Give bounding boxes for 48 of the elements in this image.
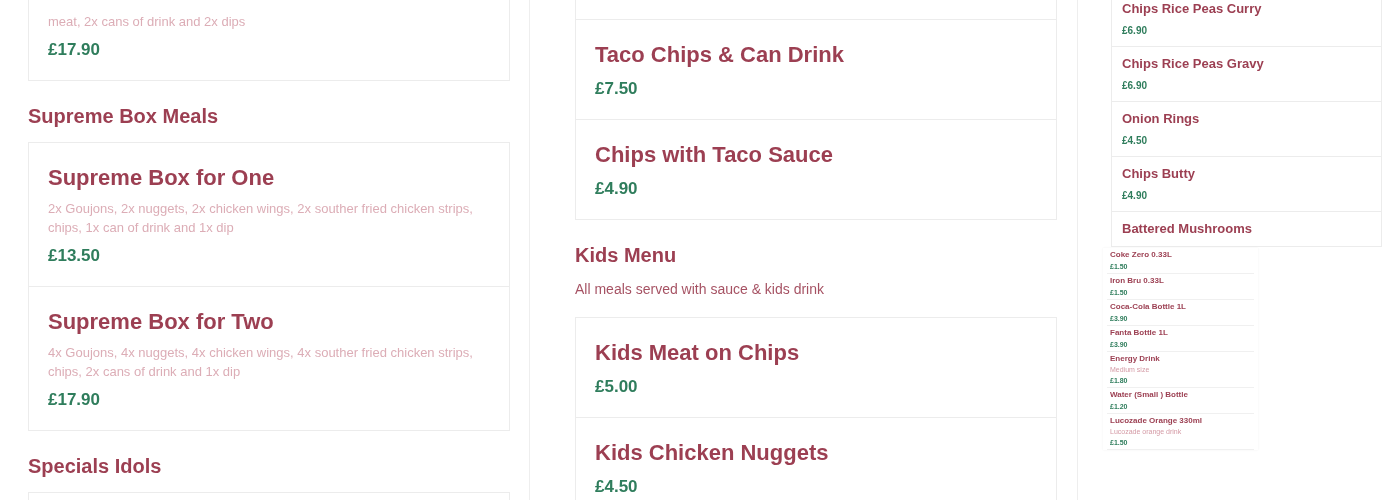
item-price: £17.90: [48, 39, 101, 61]
menu-item-card[interactable]: Supreme Box for One 2x Goujons, 2x nuggets, 2x chicken wings, 2x souther fried chicken strips, chips, 1x can of drink and 1x dip £13.50: [28, 142, 510, 287]
item-price: £7.50: [595, 78, 639, 100]
menu-item-card[interactable]: Kids Chicken Nuggets £4.50: [575, 417, 1057, 500]
item-name: Supreme Box for One: [48, 164, 276, 192]
item-price: £17.90: [48, 389, 101, 411]
item-name: Energy Drink: [1110, 354, 1161, 364]
section-heading: Kids Menu: [575, 243, 678, 268]
section-heading: Specials Idols: [28, 454, 163, 479]
item-description: meat, 2x cans of drink and 2x dips: [48, 13, 247, 31]
item-price: £6.90: [1122, 24, 1149, 38]
item-name: Lucozade Orange 330ml: [1110, 416, 1204, 426]
item-name: Taco Chips & Can Drink: [595, 41, 845, 69]
item-price: £5.00: [595, 376, 639, 398]
item-price: £4.50: [595, 476, 639, 498]
item-name: Coca-Cola Bottle 1L: [1110, 302, 1187, 312]
menu-item-card[interactable]: Onion Rings £4.50: [1111, 101, 1382, 157]
item-price: £13.50: [48, 245, 101, 267]
item-name: Chips Butty: [1122, 165, 1196, 183]
section-note: All meals served with sauce & kids drink: [575, 280, 825, 298]
menu-item-card[interactable]: Taco Chips & Can Drink £7.50: [575, 19, 1057, 120]
menu-item-card[interactable]: Battered Mushrooms: [1111, 211, 1382, 247]
item-name: Chips Rice Peas Curry: [1122, 0, 1263, 18]
item-price: £6.90: [1122, 79, 1149, 93]
menu-item-card[interactable]: Supreme Box for Two 4x Goujons, 4x nuggets, 4x chicken wings, 4x souther fried chicken strips, chips, 2x cans of drink and 1x dip £17.90: [28, 286, 510, 431]
item-name: Onion Rings: [1122, 110, 1201, 128]
item-price: £4.50: [1122, 134, 1149, 148]
item-name: Chips with Taco Sauce: [595, 141, 834, 169]
item-price: £4.90: [595, 178, 639, 200]
section-heading: Supreme Box Meals: [28, 104, 220, 129]
item-name: Kids Chicken Nuggets: [595, 439, 830, 467]
item-name: Battered Mushrooms: [1122, 220, 1254, 238]
item-price: £4.90: [1122, 189, 1149, 203]
item-description: 4x Goujons, 4x nuggets, 4x chicken wings, 4x souther fried chicken strips, chips, 2x cans of drink and 1x dip: [48, 344, 474, 381]
menu-item-card[interactable]: meat, 2x cans of drink and 2x dips £17.90: [28, 0, 510, 81]
item-name: Coke Zero 0.33L: [1110, 250, 1173, 260]
item-name: Water (Small ) Bottle: [1110, 390, 1189, 400]
menu-item-card[interactable]: Chips Rice Peas Gravy £6.90: [1111, 46, 1382, 102]
menu-item-card[interactable]: Chips Butty £4.90: [1111, 156, 1382, 212]
item-name: Kids Meat on Chips: [595, 339, 801, 367]
menu-item-card[interactable]: Chips Rice Peas Curry £6.90: [1111, 0, 1382, 47]
item-name: Chips Rice Peas Gravy: [1122, 55, 1265, 73]
item-name: Fanta Bottle 1L: [1110, 328, 1169, 338]
item-name: Supreme Box for Two: [48, 308, 275, 336]
item-name: Iron Bru 0.33L: [1110, 276, 1165, 286]
item-description: 2x Goujons, 2x nuggets, 2x chicken wings, 2x souther fried chicken strips, chips, 1x can of drink and 1x dip: [48, 200, 474, 237]
menu-item-card[interactable]: Kids Meat on Chips £5.00: [575, 317, 1057, 418]
menu-item-card[interactable]: Chips with Taco Sauce £4.90: [575, 119, 1057, 220]
